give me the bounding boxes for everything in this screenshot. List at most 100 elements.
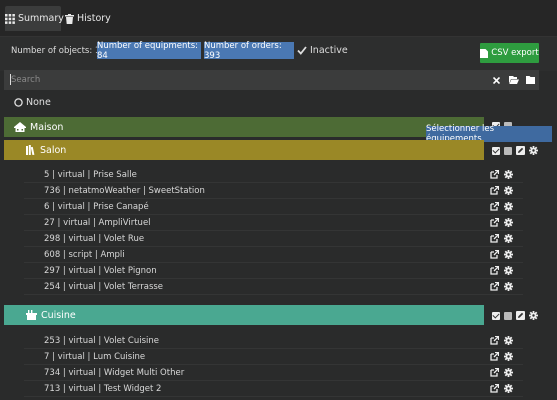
gear-icon[interactable] xyxy=(504,384,513,393)
text-cursor xyxy=(10,74,11,85)
kitchen-icon xyxy=(26,310,37,320)
external-link-icon[interactable] xyxy=(490,336,499,345)
external-link-icon[interactable] xyxy=(490,384,499,393)
external-link-icon[interactable] xyxy=(490,202,499,211)
equipment-actions xyxy=(490,336,513,345)
deselect-checkbox[interactable] xyxy=(504,311,512,320)
equipment-label: 736 | netatmoWeather | SweetStation xyxy=(44,186,205,196)
close-folders-button[interactable] xyxy=(522,70,539,90)
list-item[interactable]: 27 | virtual | AmpliVirtuel xyxy=(24,216,523,231)
equipment-label: 734 | virtual | Widget Multi Other xyxy=(44,368,185,378)
edit-icon[interactable] xyxy=(516,146,525,155)
object-cuisine-label: Cuisine xyxy=(41,309,76,321)
equipment-actions xyxy=(490,352,513,361)
folder-open-icon xyxy=(508,76,519,84)
gear-icon[interactable] xyxy=(529,311,538,320)
list-item[interactable]: 254 | virtual | Volet Terrasse xyxy=(24,280,523,295)
csv-export-label: CSV export xyxy=(491,48,539,58)
equipment-label: 713 | virtual | Test Widget 2 xyxy=(44,384,162,394)
edit-icon[interactable] xyxy=(516,311,525,320)
tab-summary-label: Summary xyxy=(18,13,64,24)
list-item[interactable]: 297 | virtual | Volet Pignon xyxy=(24,264,523,279)
csv-export-button[interactable]: CSV export xyxy=(480,43,539,63)
list-item[interactable]: 608 | script | Ampli xyxy=(24,248,523,263)
equipment-actions xyxy=(490,234,513,243)
gear-icon[interactable] xyxy=(504,234,513,243)
gear-icon[interactable] xyxy=(529,146,538,155)
list-item[interactable]: 5 | virtual | Prise Salle xyxy=(24,168,523,183)
external-link-icon[interactable] xyxy=(490,250,499,259)
equipments-badge[interactable]: Number of equipments: 84 xyxy=(97,41,201,61)
object-cuisine[interactable]: Cuisine xyxy=(4,305,484,325)
select-all-checkbox[interactable] xyxy=(492,146,500,155)
folder-icon xyxy=(526,76,535,84)
equipment-label: 297 | virtual | Volet Pignon xyxy=(44,266,157,276)
equipment-actions xyxy=(490,186,513,195)
list-item[interactable]: 253 | virtual | Volet Cuisine xyxy=(24,334,523,349)
external-link-icon[interactable] xyxy=(490,186,499,195)
equipment-actions xyxy=(490,282,513,291)
equipment-label: 7 | virtual | Lum Cuisine xyxy=(44,352,146,362)
none-label: None xyxy=(26,97,51,108)
external-link-icon[interactable] xyxy=(490,218,499,227)
file-csv-icon xyxy=(480,48,489,58)
object-maison-label: Maison xyxy=(30,121,64,133)
deselect-checkbox[interactable] xyxy=(504,146,512,155)
equipment-label: 298 | virtual | Volet Rue xyxy=(44,234,145,244)
gear-icon[interactable] xyxy=(504,336,513,345)
equipment-actions xyxy=(490,250,513,259)
list-item[interactable]: 734 | virtual | Widget Multi Other xyxy=(24,366,523,381)
search-input[interactable] xyxy=(4,70,488,90)
tab-bar: Summary History xyxy=(0,0,557,37)
external-link-icon[interactable] xyxy=(490,170,499,179)
salon-actions xyxy=(492,146,538,155)
equipment-actions xyxy=(490,170,513,179)
equipment-label: 253 | virtual | Volet Cuisine xyxy=(44,336,160,346)
gear-icon[interactable] xyxy=(504,352,513,361)
inactive-label: Inactive xyxy=(310,45,348,56)
equipment-label: 5 | virtual | Prise Salle xyxy=(44,170,137,180)
object-salon-label: Salon xyxy=(40,144,67,156)
equipment-actions xyxy=(490,266,513,275)
equipment-actions xyxy=(490,368,513,377)
object-salon[interactable]: Salon xyxy=(4,140,484,160)
gear-icon[interactable] xyxy=(504,170,513,179)
list-item[interactable]: 713 | virtual | Test Widget 2 xyxy=(24,382,523,397)
external-link-icon[interactable] xyxy=(490,368,499,377)
objects-count: Number of objects: 14 xyxy=(11,46,106,56)
external-link-icon[interactable] xyxy=(490,282,499,291)
tab-history[interactable]: History xyxy=(65,6,111,31)
equipment-label: 608 | script | Ampli xyxy=(44,250,125,260)
gear-icon[interactable] xyxy=(504,218,513,227)
gear-icon[interactable] xyxy=(504,186,513,195)
external-link-icon[interactable] xyxy=(490,266,499,275)
object-maison[interactable]: Maison xyxy=(4,117,484,137)
trash-icon xyxy=(65,13,74,24)
none-option[interactable]: None xyxy=(14,97,51,108)
equipment-actions xyxy=(490,384,513,393)
orders-badge[interactable]: Number of orders: 393 xyxy=(204,41,294,61)
house-icon xyxy=(14,122,26,132)
external-link-icon[interactable] xyxy=(490,234,499,243)
check-icon xyxy=(297,46,307,55)
inactive-toggle[interactable]: Inactive xyxy=(297,45,348,56)
open-folders-button[interactable] xyxy=(505,70,522,90)
equipment-actions xyxy=(490,218,513,227)
gear-icon[interactable] xyxy=(504,266,513,275)
list-item[interactable]: 736 | netatmoWeather | SweetStation xyxy=(24,184,523,199)
select-all-checkbox[interactable] xyxy=(492,311,500,320)
external-link-icon[interactable] xyxy=(490,352,499,361)
list-item[interactable]: 6 | virtual | Prise Canapé xyxy=(24,200,523,215)
list-item[interactable]: 298 | virtual | Volet Rue xyxy=(24,232,523,247)
equipment-label: 27 | virtual | AmpliVirtuel xyxy=(44,218,151,228)
gear-icon[interactable] xyxy=(504,368,513,377)
gear-icon[interactable] xyxy=(504,282,513,291)
circle-icon xyxy=(14,98,23,107)
tab-summary[interactable]: Summary xyxy=(5,6,64,31)
gear-icon[interactable] xyxy=(504,250,513,259)
close-icon xyxy=(493,76,500,84)
equipment-actions xyxy=(490,202,513,211)
list-item[interactable]: 7 | virtual | Lum Cuisine xyxy=(24,350,523,365)
gear-icon[interactable] xyxy=(504,202,513,211)
clear-search-button[interactable] xyxy=(488,70,505,90)
